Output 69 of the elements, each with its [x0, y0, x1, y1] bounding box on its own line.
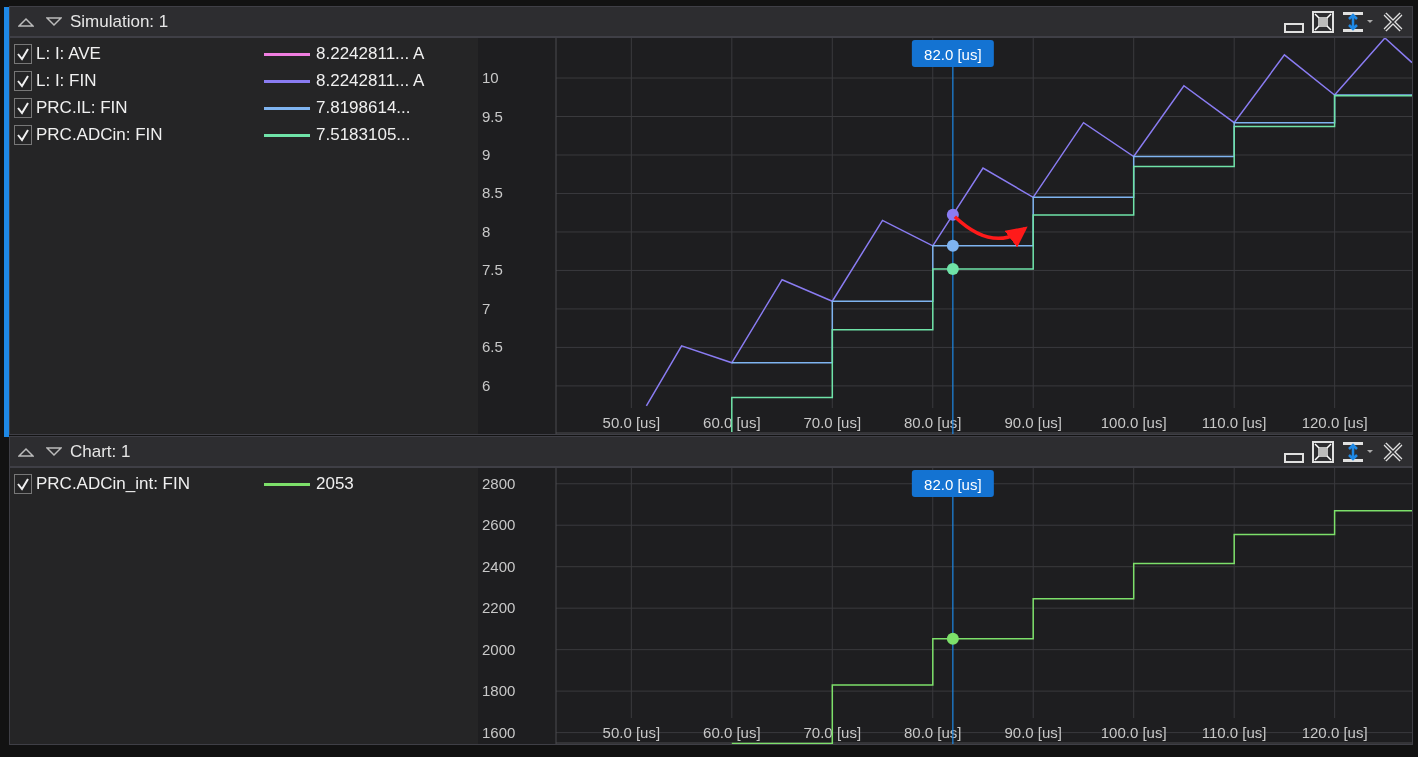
legend-value: 2053: [316, 473, 354, 496]
x-axis-label: 70.0 [us]: [803, 724, 862, 741]
cursor-label: 82.0 [us]: [924, 476, 982, 493]
x-axis-label: 50.0 [us]: [602, 414, 661, 431]
close-icon[interactable]: [1382, 10, 1404, 33]
y-axis-label: 6: [482, 376, 491, 394]
close-icon[interactable]: [1382, 440, 1404, 463]
y-axis-label: 6.5: [482, 338, 503, 356]
panel-title: Chart: 1: [70, 440, 131, 463]
fit-view-icon[interactable]: [1312, 10, 1334, 33]
y-axis-label: 1800: [482, 682, 516, 700]
x-axis-label: 110.0 [us]: [1201, 414, 1267, 431]
legend-checkbox[interactable]: [14, 44, 32, 64]
y-axis-label: 1600: [482, 723, 516, 741]
vertical-fit-icon[interactable]: [1342, 10, 1374, 33]
x-axis-label: 90.0 [us]: [1004, 414, 1062, 431]
x-axis-label: 110.0 [us]: [1201, 724, 1267, 741]
legend-value: 8.2242811... A: [316, 43, 425, 66]
cursor-label: 82.0 [us]: [924, 46, 982, 63]
x-axis-label: 120.0 [us]: [1301, 414, 1368, 431]
legend-label: PRC.ADCin_int: FIN: [36, 473, 191, 496]
check-icon: [16, 128, 30, 142]
minimize-icon[interactable]: [1284, 452, 1304, 463]
y-axis-label: 2000: [482, 640, 516, 658]
x-axis-label: 70.0 [us]: [803, 414, 862, 431]
legend-label: L: I: AVE: [36, 43, 102, 66]
cursor-marker: [946, 239, 959, 252]
minimize-icon[interactable]: [1284, 22, 1304, 33]
legend-value: 7.8198614...: [316, 97, 411, 120]
legend-value: 7.5183105...: [316, 124, 411, 147]
check-icon: [16, 477, 30, 491]
y-axis-label: 2600: [482, 516, 516, 534]
check-icon: [16, 101, 30, 115]
move-up-icon[interactable]: [18, 16, 34, 27]
legend-value: 8.2242811... A: [316, 70, 425, 93]
cursor-marker: [946, 262, 959, 275]
check-icon: [16, 47, 30, 61]
legend-checkbox[interactable]: [14, 71, 32, 91]
check-icon: [16, 74, 30, 88]
x-axis-label: 90.0 [us]: [1004, 724, 1062, 741]
legend-checkbox[interactable]: [14, 98, 32, 118]
legend-label: PRC.IL: FIN: [36, 97, 129, 120]
y-axis-label: 7: [482, 299, 491, 317]
x-axis-label: 60.0 [us]: [703, 724, 761, 741]
y-axis-label: 8: [482, 222, 491, 240]
legend-label: L: I: FIN: [36, 70, 98, 93]
y-axis-label: 2800: [482, 474, 516, 492]
move-up-icon[interactable]: [18, 446, 34, 457]
y-axis-label: 9.5: [482, 107, 503, 125]
x-axis-label: 120.0 [us]: [1301, 724, 1368, 741]
y-axis-label: 7.5: [482, 261, 503, 279]
y-axis-label: 2400: [482, 557, 516, 575]
y-axis-label: 9: [482, 146, 491, 163]
vertical-fit-icon[interactable]: [1342, 440, 1374, 463]
move-down-icon[interactable]: [46, 16, 62, 27]
legend-checkbox[interactable]: [14, 474, 32, 494]
x-axis-label: 50.0 [us]: [602, 724, 661, 741]
cursor-marker: [946, 632, 959, 645]
legend-checkbox[interactable]: [14, 125, 32, 145]
x-axis-label: 100.0 [us]: [1100, 414, 1167, 431]
cursor-marker: [946, 208, 959, 221]
move-down-icon[interactable]: [46, 446, 62, 457]
fit-view-icon[interactable]: [1312, 440, 1334, 463]
legend-label: PRC.ADCin: FIN: [36, 124, 164, 147]
x-axis-label: 100.0 [us]: [1100, 724, 1167, 741]
panel-title: Simulation: 1: [70, 10, 169, 33]
y-axis-label: 2200: [482, 599, 516, 617]
y-axis-label: 10: [482, 69, 499, 86]
y-axis-label: 8.5: [482, 184, 503, 202]
